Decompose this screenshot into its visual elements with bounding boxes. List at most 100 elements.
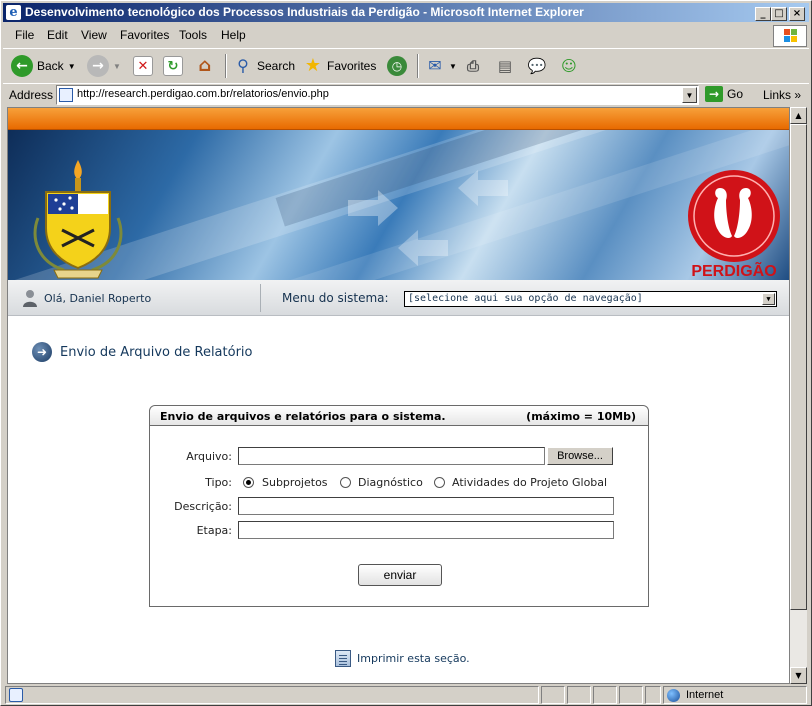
print-button[interactable]: ⎙ (463, 53, 483, 79)
star-icon: ★ (304, 55, 322, 76)
mail-button[interactable]: ✉ ▼ (425, 53, 457, 79)
favorites-button[interactable]: ★ Favorites (303, 53, 376, 79)
document-icon (335, 650, 351, 667)
menu-favorites[interactable]: Favorites (120, 28, 169, 42)
back-button[interactable]: ← Back ▼ (11, 53, 76, 79)
home-button[interactable]: ⌂ (195, 53, 215, 79)
refresh-icon: ↻ (163, 56, 183, 76)
tipo-label: Tipo: (205, 476, 232, 489)
etapa-label: Etapa: (196, 524, 232, 537)
messenger-button[interactable]: ☺ (559, 53, 579, 79)
status-cell (567, 686, 591, 704)
page-icon (59, 88, 73, 102)
section-title: ➜ Envio de Arquivo de Relatório (32, 342, 253, 362)
status-bar: Internet (3, 685, 809, 705)
toolbar-separator (417, 54, 419, 78)
home-icon: ⌂ (198, 55, 212, 76)
etapa-input[interactable] (238, 521, 614, 539)
descricao-label: Descrição: (174, 500, 232, 513)
university-crest-icon (33, 160, 123, 279)
toolbar-separator (225, 54, 227, 78)
status-cell (619, 686, 643, 704)
stop-icon: ✕ (133, 56, 153, 76)
user-greeting-text: Olá, Daniel Roperto (44, 291, 152, 305)
scroll-down-button[interactable]: ▼ (790, 667, 807, 684)
address-label: Address (9, 88, 54, 102)
vertical-scrollbar[interactable]: ▲ ▼ (790, 107, 807, 684)
arrow-right-icon: ➜ (32, 342, 52, 362)
print-section-text: Imprimir esta seção. (357, 652, 470, 665)
scroll-up-button[interactable]: ▲ (790, 107, 807, 124)
menu-file[interactable]: File (15, 28, 34, 42)
windows-logo (773, 25, 807, 47)
upload-form-header: Envio de arquivos e relatórios para o si… (150, 406, 648, 426)
arquivo-label: Arquivo: (186, 450, 232, 463)
header-banner: PERDIGÃO (8, 130, 789, 280)
perdigao-logo-text: PERDIGÃO (691, 260, 776, 280)
edit-button[interactable]: ▤ (495, 53, 515, 79)
menu-view[interactable]: View (81, 28, 107, 42)
search-button[interactable]: ⚲ Search (233, 53, 295, 79)
print-section-link[interactable]: Imprimir esta seção. (335, 650, 470, 667)
back-arrow-icon: ← (11, 55, 33, 77)
forward-button[interactable]: → ▼ (87, 53, 121, 79)
discuss-button[interactable]: 💬 (527, 53, 547, 79)
standard-toolbar: ← Back ▼ → ▼ ✕ ↻ ⌂ ⚲ Search ★ Favorites … (3, 48, 809, 82)
address-input[interactable]: http://research.perdigao.com.br/relatori… (56, 85, 699, 105)
system-menu-select[interactable]: [selecione aqui sua opção de navegação] … (404, 291, 777, 307)
form-header-limit: (máximo = 10Mb) (526, 410, 636, 423)
user-greeting: Olá, Daniel Roperto (22, 289, 151, 307)
go-label: Go (727, 87, 744, 101)
section-title-text: Envio de Arquivo de Relatório (60, 344, 253, 360)
page-viewport: PERDIGÃO Olá, Daniel Roperto Menu do sis… (7, 107, 790, 684)
tipo-radio-subprojetos[interactable] (243, 477, 254, 488)
tipo-option-atividades: Atividades do Projeto Global (452, 476, 608, 489)
upload-form: Envio de arquivos e relatórios para o si… (149, 405, 649, 607)
page-status-icon (9, 688, 23, 702)
menu-help[interactable]: Help (221, 28, 246, 42)
security-zone-cell: Internet (663, 686, 807, 704)
user-avatar-icon (22, 289, 38, 307)
address-url: http://research.perdigao.com.br/relatori… (77, 88, 329, 100)
scroll-thumb[interactable] (790, 124, 807, 610)
search-icon: ⚲ (237, 56, 249, 75)
tipo-radio-atividades[interactable] (434, 477, 445, 488)
ie-icon: e (6, 5, 21, 20)
status-text-cell (5, 686, 539, 704)
discuss-icon: 💬 (527, 57, 547, 75)
messenger-icon: ☺ (561, 57, 577, 75)
back-label: Back (37, 59, 64, 73)
menu-tools[interactable]: Tools (179, 28, 207, 42)
chevron-down-icon: ▼ (449, 61, 457, 71)
links-label: Links (763, 88, 792, 102)
status-cell (541, 686, 565, 704)
tipo-option-subprojetos: Subprojetos (262, 476, 328, 489)
minimize-button[interactable]: _ (755, 7, 771, 21)
tipo-radio-diagnostico[interactable] (340, 477, 351, 488)
browse-button[interactable]: Browse... (547, 447, 613, 465)
arquivo-file-input[interactable] (238, 447, 545, 465)
address-dropdown-button[interactable]: ▼ (682, 87, 697, 103)
printer-icon: ⎙ (466, 57, 479, 75)
descricao-input[interactable] (238, 497, 614, 515)
menu-edit[interactable]: Edit (47, 28, 68, 42)
stop-button[interactable]: ✕ (133, 53, 153, 79)
maximize-button[interactable]: □ (771, 7, 787, 21)
refresh-button[interactable]: ↻ (163, 53, 183, 79)
browser-window: e Desenvolvimento tecnológico dos Proces… (0, 0, 812, 706)
edit-page-icon: ▤ (497, 57, 513, 75)
globe-icon (667, 689, 680, 702)
links-button[interactable]: Links » (763, 88, 801, 102)
go-button[interactable]: → Go (705, 86, 743, 102)
menu-bar: File Edit View Favorites Tools Help (3, 25, 809, 46)
perdigao-logo: PERDIGÃO (688, 170, 780, 280)
close-button[interactable]: × (789, 7, 805, 21)
go-arrow-icon: → (705, 86, 723, 102)
double-chevron-icon: » (794, 88, 802, 102)
zone-label: Internet (686, 689, 724, 701)
history-button[interactable]: ◷ (387, 53, 407, 79)
enviar-button[interactable]: enviar (358, 564, 442, 586)
form-header-title: Envio de arquivos e relatórios para o si… (160, 410, 446, 423)
chevron-down-icon[interactable]: ▼ (762, 293, 775, 305)
title-bar: e Desenvolvimento tecnológico dos Proces… (3, 3, 809, 22)
